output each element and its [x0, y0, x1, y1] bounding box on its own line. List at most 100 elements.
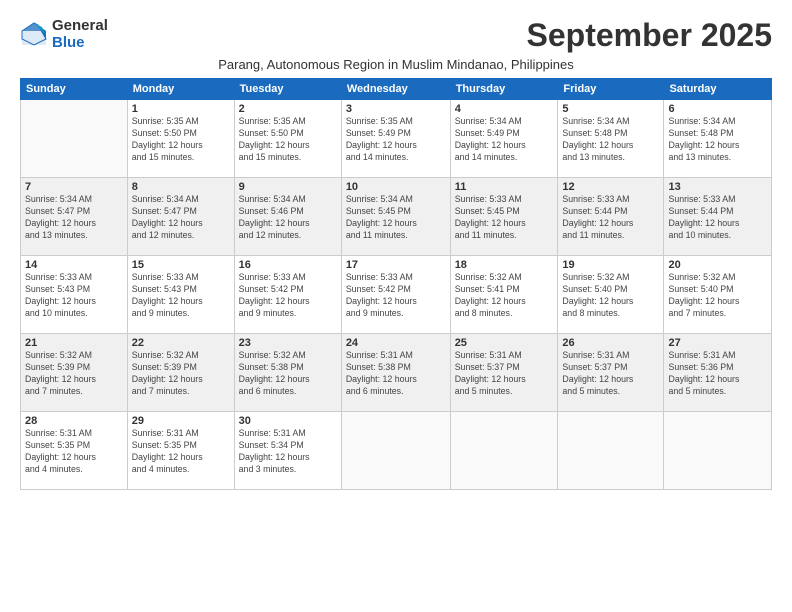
day-detail: Sunrise: 5:33 AM Sunset: 5:44 PM Dayligh… — [562, 194, 659, 242]
day-detail: Sunrise: 5:35 AM Sunset: 5:50 PM Dayligh… — [239, 116, 337, 164]
subtitle: Parang, Autonomous Region in Muslim Mind… — [20, 57, 772, 72]
day-number: 30 — [239, 415, 337, 427]
header-friday: Friday — [558, 79, 664, 100]
table-row: 18Sunrise: 5:32 AM Sunset: 5:41 PM Dayli… — [450, 256, 558, 334]
table-row: 28Sunrise: 5:31 AM Sunset: 5:35 PM Dayli… — [21, 412, 128, 490]
day-detail: Sunrise: 5:31 AM Sunset: 5:35 PM Dayligh… — [132, 428, 230, 476]
day-detail: Sunrise: 5:34 AM Sunset: 5:49 PM Dayligh… — [455, 116, 554, 164]
day-number: 19 — [562, 259, 659, 271]
day-detail: Sunrise: 5:33 AM Sunset: 5:43 PM Dayligh… — [132, 272, 230, 320]
day-number: 1 — [132, 103, 230, 115]
header-tuesday: Tuesday — [234, 79, 341, 100]
calendar-week-row: 1Sunrise: 5:35 AM Sunset: 5:50 PM Daylig… — [21, 100, 772, 178]
header-sunday: Sunday — [21, 79, 128, 100]
day-detail: Sunrise: 5:34 AM Sunset: 5:47 PM Dayligh… — [132, 194, 230, 242]
day-detail: Sunrise: 5:33 AM Sunset: 5:43 PM Dayligh… — [25, 272, 123, 320]
day-detail: Sunrise: 5:32 AM Sunset: 5:40 PM Dayligh… — [668, 272, 767, 320]
table-row: 2Sunrise: 5:35 AM Sunset: 5:50 PM Daylig… — [234, 100, 341, 178]
table-row: 5Sunrise: 5:34 AM Sunset: 5:48 PM Daylig… — [558, 100, 664, 178]
table-row — [341, 412, 450, 490]
day-number: 27 — [668, 337, 767, 349]
table-row — [664, 412, 772, 490]
header-thursday: Thursday — [450, 79, 558, 100]
calendar-week-row: 28 Sunrise: 5:31 AM Sunset: 5:35 PM Dayli… — [21, 412, 772, 490]
day-number: 10 — [346, 181, 446, 193]
day-number: 25 — [455, 337, 554, 349]
calendar: Sunday Monday Tuesday Wednesday Thursday… — [20, 78, 772, 490]
day-number: 11 — [455, 181, 554, 193]
day-detail: Sunrise: 5:34 AM Sunset: 5:47 PM Dayligh… — [25, 194, 123, 242]
day-number: 26 — [562, 337, 659, 349]
day-detail: Sunrise: 5:31 AM Sunset: 5:34 PM Dayligh… — [239, 428, 337, 476]
table-row: 9Sunrise: 5:34 AM Sunset: 5:46 PM Daylig… — [234, 178, 341, 256]
day-number: 23 — [239, 337, 337, 349]
table-row: 20Sunrise: 5:32 AM Sunset: 5:40 PM Dayli… — [664, 256, 772, 334]
table-row: 8Sunrise: 5:34 AM Sunset: 5:47 PM Daylig… — [127, 178, 234, 256]
day-detail: Sunrise: 5:32 AM Sunset: 5:41 PM Dayligh… — [455, 272, 554, 320]
day-number: 3 — [346, 103, 446, 115]
day-number: 16 — [239, 259, 337, 271]
day-detail: Sunrise: 5:31 AM Sunset: 5:36 PM Dayligh… — [668, 350, 767, 398]
day-number: 8 — [132, 181, 230, 193]
table-row — [558, 412, 664, 490]
table-row: 29Sunrise: 5:31 AM Sunset: 5:35 PM Dayli… — [127, 412, 234, 490]
table-row: 14Sunrise: 5:33 AM Sunset: 5:43 PM Dayli… — [21, 256, 128, 334]
logo-general-text: General — [52, 18, 108, 35]
table-row: 25Sunrise: 5:31 AM Sunset: 5:37 PM Dayli… — [450, 334, 558, 412]
day-detail: Sunrise: 5:31 AM Sunset: 5:37 PM Dayligh… — [562, 350, 659, 398]
day-number: 15 — [132, 259, 230, 271]
day-number: 4 — [455, 103, 554, 115]
table-row: 11Sunrise: 5:33 AM Sunset: 5:45 PM Dayli… — [450, 178, 558, 256]
day-number: 5 — [562, 103, 659, 115]
month-title: September 2025 — [527, 18, 772, 53]
day-detail: Sunrise: 5:35 AM Sunset: 5:50 PM Dayligh… — [132, 116, 230, 164]
day-number: 14 — [25, 259, 123, 271]
table-row: 10Sunrise: 5:34 AM Sunset: 5:45 PM Dayli… — [341, 178, 450, 256]
day-number: 20 — [668, 259, 767, 271]
logo: General Blue — [20, 18, 108, 51]
logo-blue-text: Blue — [52, 35, 108, 52]
day-number: 9 — [239, 181, 337, 193]
day-number: 2 — [239, 103, 337, 115]
header-saturday: Saturday — [664, 79, 772, 100]
day-number: 6 — [668, 103, 767, 115]
table-row — [450, 412, 558, 490]
day-detail: Sunrise: 5:33 AM Sunset: 5:42 PM Dayligh… — [239, 272, 337, 320]
title-block: September 2025 — [527, 18, 772, 53]
day-detail: Sunrise: 5:33 AM Sunset: 5:44 PM Dayligh… — [668, 194, 767, 242]
day-detail: Sunrise: 5:31 AM Sunset: 5:38 PM Dayligh… — [346, 350, 446, 398]
day-detail: Sunrise: 5:33 AM Sunset: 5:45 PM Dayligh… — [455, 194, 554, 242]
day-detail: Sunrise: 5:33 AM Sunset: 5:42 PM Dayligh… — [346, 272, 446, 320]
day-detail: Sunrise: 5:31 AM Sunset: 5:37 PM Dayligh… — [455, 350, 554, 398]
day-detail: Sunrise: 5:32 AM Sunset: 5:38 PM Dayligh… — [239, 350, 337, 398]
table-row: 12Sunrise: 5:33 AM Sunset: 5:44 PM Dayli… — [558, 178, 664, 256]
logo-icon — [20, 21, 48, 49]
table-row: 17Sunrise: 5:33 AM Sunset: 5:42 PM Dayli… — [341, 256, 450, 334]
header-wednesday: Wednesday — [341, 79, 450, 100]
day-detail: Sunrise: 5:34 AM Sunset: 5:45 PM Dayligh… — [346, 194, 446, 242]
day-detail: Sunrise: 5:32 AM Sunset: 5:39 PM Dayligh… — [25, 350, 123, 398]
table-row: 19Sunrise: 5:32 AM Sunset: 5:40 PM Dayli… — [558, 256, 664, 334]
day-detail: Sunrise: 5:34 AM Sunset: 5:48 PM Dayligh… — [562, 116, 659, 164]
day-number: 21 — [25, 337, 123, 349]
table-row: 22Sunrise: 5:32 AM Sunset: 5:39 PM Dayli… — [127, 334, 234, 412]
table-row: 7Sunrise: 5:34 AM Sunset: 5:47 PM Daylig… — [21, 178, 128, 256]
day-number: 7 — [25, 181, 123, 193]
day-detail: Sunrise: 5:34 AM Sunset: 5:46 PM Dayligh… — [239, 194, 337, 242]
day-number: 18 — [455, 259, 554, 271]
day-number: 22 — [132, 337, 230, 349]
table-row: 16Sunrise: 5:33 AM Sunset: 5:42 PM Dayli… — [234, 256, 341, 334]
calendar-week-row: 14Sunrise: 5:33 AM Sunset: 5:43 PM Dayli… — [21, 256, 772, 334]
table-row: 21Sunrise: 5:32 AM Sunset: 5:39 PM Dayli… — [21, 334, 128, 412]
day-detail: Sunrise: 5:32 AM Sunset: 5:39 PM Dayligh… — [132, 350, 230, 398]
day-number: 29 — [132, 415, 230, 427]
header-monday: Monday — [127, 79, 234, 100]
table-row: 30Sunrise: 5:31 AM Sunset: 5:34 PM Dayli… — [234, 412, 341, 490]
day-number: 28 — [25, 415, 123, 427]
day-detail: Sunrise: 5:32 AM Sunset: 5:40 PM Dayligh… — [562, 272, 659, 320]
table-row: 4Sunrise: 5:34 AM Sunset: 5:49 PM Daylig… — [450, 100, 558, 178]
table-row: 15Sunrise: 5:33 AM Sunset: 5:43 PM Dayli… — [127, 256, 234, 334]
table-row: 26Sunrise: 5:31 AM Sunset: 5:37 PM Dayli… — [558, 334, 664, 412]
day-number: 13 — [668, 181, 767, 193]
day-number: 17 — [346, 259, 446, 271]
